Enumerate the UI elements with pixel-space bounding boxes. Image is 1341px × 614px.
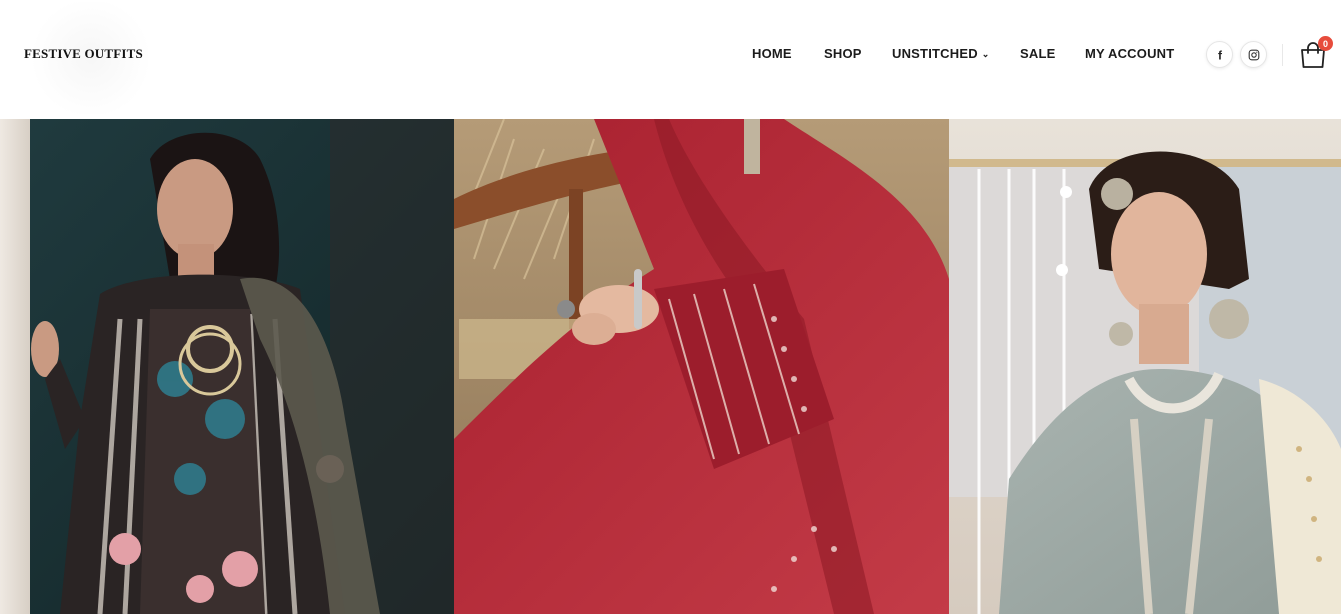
hero-image-black-outfit[interactable] bbox=[0, 119, 454, 614]
hero-image-red-outfit[interactable] bbox=[454, 119, 949, 614]
header-divider bbox=[1282, 44, 1283, 66]
site-header: FESTIVE OUTFITS HOME SHOP UNSTITCHED ⌄ SA… bbox=[0, 0, 1341, 119]
nav-unstitched[interactable]: UNSTITCHED ⌄ bbox=[892, 46, 990, 61]
nav-sale[interactable]: SALE bbox=[1020, 46, 1055, 61]
site-logo[interactable]: FESTIVE OUTFITS bbox=[24, 46, 143, 62]
nav-home[interactable]: HOME bbox=[752, 46, 792, 61]
nav-shop[interactable]: SHOP bbox=[824, 46, 862, 61]
nav-unstitched-label: UNSTITCHED bbox=[892, 46, 978, 61]
hero-image-mint-outfit[interactable] bbox=[949, 119, 1341, 614]
chevron-down-icon: ⌄ bbox=[981, 49, 990, 59]
instagram-icon[interactable] bbox=[1240, 41, 1267, 68]
nav-my-account[interactable]: MY ACCOUNT bbox=[1085, 46, 1174, 61]
cart-count-badge: 0 bbox=[1318, 36, 1333, 51]
facebook-icon[interactable]: f bbox=[1206, 41, 1233, 68]
svg-text:f: f bbox=[1218, 49, 1223, 61]
hero-gallery bbox=[0, 119, 1341, 614]
